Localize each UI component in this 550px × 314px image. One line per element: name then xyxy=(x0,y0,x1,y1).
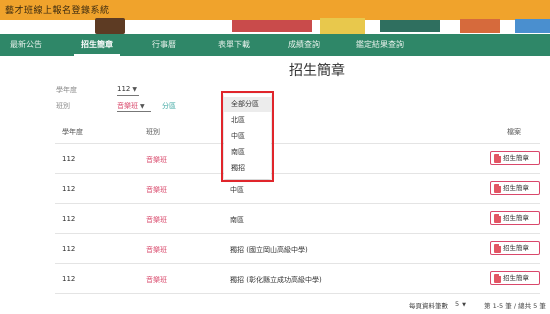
highlight-box xyxy=(221,91,274,182)
row-class: 音樂班 xyxy=(146,156,167,164)
nav-item-forms[interactable]: 表單下載 xyxy=(212,34,256,56)
nav-item-scores[interactable]: 成績查詢 xyxy=(282,34,326,56)
column-header-file: 檔案 xyxy=(507,128,521,136)
nav-item-news[interactable]: 最新公告 xyxy=(4,34,48,56)
nav-item-brochure[interactable]: 招生簡章 xyxy=(70,34,124,56)
brochure-download-button[interactable]: 招生簡章 xyxy=(490,151,540,165)
row-class: 音樂班 xyxy=(146,216,167,224)
header-illustration xyxy=(460,19,500,33)
header-illustration xyxy=(515,19,550,33)
row-class: 音樂班 xyxy=(146,276,167,284)
row-divider xyxy=(55,233,540,234)
chevron-down-icon: ▼ xyxy=(140,103,145,110)
row-district: 獨招 (國立岡山高級中學) xyxy=(230,246,308,254)
row-divider xyxy=(55,173,540,174)
header-illustration xyxy=(380,20,440,32)
category-select[interactable]: 音樂班 ▼ xyxy=(117,101,145,111)
brochure-button-label: 招生簡章 xyxy=(503,154,529,162)
district-label: 分區 xyxy=(162,102,176,110)
per-page-label: 每頁資料筆數 xyxy=(409,302,448,310)
row-divider xyxy=(55,263,540,264)
row-divider xyxy=(55,143,540,144)
pdf-icon xyxy=(494,214,501,223)
pdf-icon xyxy=(494,184,501,193)
year-label: 學年度 xyxy=(56,86,77,94)
row-district: 南區 xyxy=(230,216,244,224)
header-illustration xyxy=(95,18,125,34)
nav-item-results[interactable]: 鑑定結果查詢 xyxy=(350,34,410,56)
pdf-icon xyxy=(494,244,501,253)
row-year: 112 xyxy=(62,245,76,253)
category-label: 班別 xyxy=(56,102,70,110)
page-title: 招生簡章 xyxy=(289,63,345,79)
brochure-button-label: 招生簡章 xyxy=(503,184,529,192)
per-page-value: 5 xyxy=(455,300,460,308)
year-select-underline xyxy=(117,95,139,96)
row-year: 112 xyxy=(62,275,76,283)
chevron-down-icon: ▼ xyxy=(132,86,137,93)
per-page-select[interactable]: 5 ▼ xyxy=(455,300,466,308)
brochure-download-button[interactable]: 招生簡章 xyxy=(490,271,540,285)
brochure-download-button[interactable]: 招生簡章 xyxy=(490,241,540,255)
row-class: 音樂班 xyxy=(146,186,167,194)
chevron-down-icon: ▼ xyxy=(462,302,466,308)
row-divider xyxy=(55,203,540,204)
row-district: 中區 xyxy=(230,186,244,194)
brochure-download-button[interactable]: 招生簡章 xyxy=(490,211,540,225)
category-select-value: 音樂班 xyxy=(117,102,138,110)
row-year: 112 xyxy=(62,215,76,223)
year-select-value: 112 xyxy=(117,85,131,93)
app-title: 藝才班線上報名登錄系統 xyxy=(5,6,110,16)
nav-item-calendar[interactable]: 行事曆 xyxy=(144,34,184,56)
row-year: 112 xyxy=(62,185,76,193)
brochure-download-button[interactable]: 招生簡章 xyxy=(490,181,540,195)
year-select[interactable]: 112 ▼ xyxy=(117,85,137,93)
main-nav: 最新公告 招生簡章 行事曆 表單下載 成績查詢 鑑定結果查詢 xyxy=(0,34,550,56)
pdf-icon xyxy=(494,274,501,283)
row-class: 音樂班 xyxy=(146,246,167,254)
brochure-button-label: 招生簡章 xyxy=(503,274,529,282)
column-header-year: 學年度 xyxy=(62,128,83,136)
row-divider xyxy=(55,293,540,294)
header-illustration xyxy=(320,18,365,34)
column-header-class: 班別 xyxy=(146,128,160,136)
pagination-range: 第 1-5 筆 / 總共 5 筆 xyxy=(484,302,546,310)
pdf-icon xyxy=(494,154,501,163)
app-header: 藝才班線上報名登錄系統 xyxy=(0,0,550,20)
row-district: 獨招 (彰化縣立成功高級中學) xyxy=(230,276,322,284)
brochure-button-label: 招生簡章 xyxy=(503,214,529,222)
row-year: 112 xyxy=(62,155,76,163)
header-illustration xyxy=(232,20,312,32)
brochure-button-label: 招生簡章 xyxy=(503,244,529,252)
category-select-underline xyxy=(117,111,151,112)
